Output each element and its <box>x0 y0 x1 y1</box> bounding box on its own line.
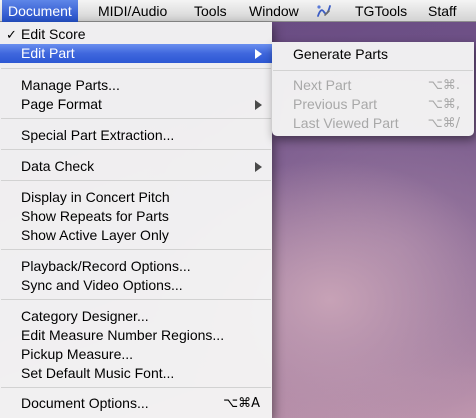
menu-staff[interactable]: Staff <box>422 0 463 22</box>
submenu-arrow-icon <box>255 100 262 110</box>
keyboard-shortcut: ⌥⌘. <box>427 78 460 93</box>
menu-separator <box>1 149 271 150</box>
menu-separator <box>1 249 271 250</box>
submenu-arrow-icon <box>255 49 262 59</box>
menu-item-display-concert-pitch[interactable]: Display in Concert Pitch <box>0 188 272 207</box>
menu-item-label: Display in Concert Pitch <box>21 189 170 205</box>
menu-item-label: Previous Part <box>293 96 378 112</box>
menu-separator <box>273 70 473 71</box>
menu-item-document-options[interactable]: Document Options... ⌥⌘A <box>0 394 272 413</box>
menu-item-label: Show Repeats for Parts <box>21 208 169 224</box>
menu-item-pickup-measure[interactable]: Pickup Measure... <box>0 345 272 364</box>
menu-separator <box>1 118 271 119</box>
menu-item-playback-record-options[interactable]: Playback/Record Options... <box>0 257 272 276</box>
menu-item-label: Page Format <box>21 96 102 112</box>
menu-item-label: Document Options... <box>21 395 149 411</box>
menu-separator <box>1 68 271 69</box>
menu-item-label: Show Active Layer Only <box>21 227 169 243</box>
edit-part-submenu: Generate Parts Next Part ⌥⌘. Previous Pa… <box>272 42 474 136</box>
keyboard-shortcut: ⌥⌘A <box>223 396 260 411</box>
submenu-item-generate-parts[interactable]: Generate Parts <box>272 45 474 64</box>
menu-item-data-check[interactable]: Data Check <box>0 157 272 176</box>
submenu-item-next-part: Next Part ⌥⌘. <box>272 76 474 95</box>
submenu-item-last-viewed-part: Last Viewed Part ⌥⌘/ <box>272 114 474 133</box>
menu-item-page-format[interactable]: Page Format <box>0 95 272 114</box>
menu-item-edit-score[interactable]: ✓ Edit Score <box>0 25 272 44</box>
menu-item-label: Data Check <box>21 158 95 174</box>
keyboard-shortcut: ⌥⌘/ <box>427 116 460 131</box>
menu-item-label: Category Designer... <box>21 308 149 324</box>
menu-item-label: Playback/Record Options... <box>21 258 191 274</box>
script-icon[interactable] <box>310 0 338 22</box>
submenu-arrow-icon <box>255 162 262 172</box>
menu-item-manage-parts[interactable]: Manage Parts... <box>0 76 272 95</box>
menu-item-category-designer[interactable]: Category Designer... <box>0 307 272 326</box>
menu-separator <box>1 387 271 388</box>
menu-item-sync-video-options[interactable]: Sync and Video Options... <box>0 276 272 295</box>
menu-item-edit-measure-number-regions[interactable]: Edit Measure Number Regions... <box>0 326 272 345</box>
menu-midi-audio[interactable]: MIDI/Audio <box>92 0 173 22</box>
menu-item-special-part-extraction[interactable]: Special Part Extraction... <box>0 126 272 145</box>
menu-separator <box>1 180 271 181</box>
submenu-item-previous-part: Previous Part ⌥⌘, <box>272 95 474 114</box>
menu-item-label: Edit Part <box>21 45 75 61</box>
menu-window[interactable]: Window <box>243 0 305 22</box>
menu-item-show-repeats[interactable]: Show Repeats for Parts <box>0 207 272 226</box>
menu-item-label: Set Default Music Font... <box>21 365 175 381</box>
menu-item-label: Pickup Measure... <box>21 346 134 362</box>
menu-item-edit-part[interactable]: Edit Part <box>0 44 272 63</box>
menu-item-label: Manage Parts... <box>21 77 120 93</box>
menu-item-set-default-music-font[interactable]: Set Default Music Font... <box>0 364 272 383</box>
menu-item-label: Edit Measure Number Regions... <box>21 327 225 343</box>
menu-item-label: Last Viewed Part <box>293 115 399 131</box>
menu-tools[interactable]: Tools <box>188 0 233 22</box>
menu-bar: Document MIDI/Audio Tools Window TGTools… <box>0 0 476 22</box>
menu-item-label: Next Part <box>293 77 352 93</box>
menu-document[interactable]: Document <box>2 0 78 22</box>
keyboard-shortcut: ⌥⌘, <box>427 97 460 112</box>
menu-tgtools[interactable]: TGTools <box>349 0 413 22</box>
menu-item-label: Special Part Extraction... <box>21 127 175 143</box>
menu-item-label: Sync and Video Options... <box>21 277 183 293</box>
menu-item-show-active-layer[interactable]: Show Active Layer Only <box>0 226 272 245</box>
checkmark-icon: ✓ <box>6 27 17 42</box>
menu-separator <box>1 299 271 300</box>
menu-item-label: Edit Score <box>21 26 86 42</box>
menu-item-label: Generate Parts <box>293 46 388 62</box>
document-menu: ✓ Edit Score Edit Part Manage Parts... P… <box>0 22 272 418</box>
